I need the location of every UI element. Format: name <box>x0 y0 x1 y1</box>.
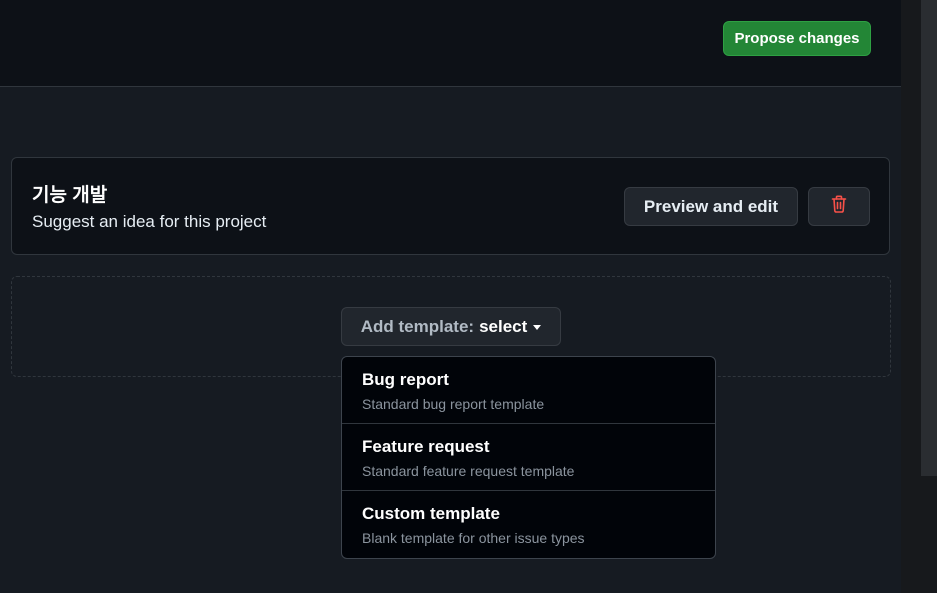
add-template-label: Add template: <box>360 316 475 336</box>
dropdown-item-custom-template[interactable]: Custom template Blank template for other… <box>342 491 715 558</box>
trash-icon <box>831 195 847 218</box>
issue-template-card: 기능 개발 Suggest an idea for this project P… <box>11 157 890 255</box>
scrollbar-thumb[interactable] <box>921 0 937 476</box>
dropdown-item-description: Blank template for other issue types <box>362 530 585 546</box>
preview-and-edit-button[interactable]: Preview and edit <box>624 187 798 226</box>
propose-changes-button[interactable]: Propose changes <box>723 21 871 56</box>
delete-template-button[interactable] <box>808 187 870 226</box>
dropdown-item-feature-request[interactable]: Feature request Standard feature request… <box>342 424 715 491</box>
dropdown-item-name: Custom template <box>362 504 500 523</box>
template-dropdown-menu: Bug report Standard bug report template … <box>341 356 716 559</box>
triangle-down-icon <box>533 325 542 330</box>
template-title: 기능 개발 <box>32 185 108 206</box>
template-description: Suggest an idea for this project <box>32 212 267 231</box>
top-bar: Propose changes <box>0 0 901 87</box>
dropdown-item-description: Standard bug report template <box>362 396 545 412</box>
dropdown-item-name: Feature request <box>362 437 490 456</box>
dropdown-item-name: Bug report <box>362 370 449 389</box>
add-template-value: select <box>479 316 528 336</box>
dropdown-item-bug-report[interactable]: Bug report Standard bug report template <box>342 357 715 424</box>
dropdown-item-description: Standard feature request template <box>362 463 575 479</box>
add-template-select-button[interactable]: Add template: select <box>341 307 561 346</box>
